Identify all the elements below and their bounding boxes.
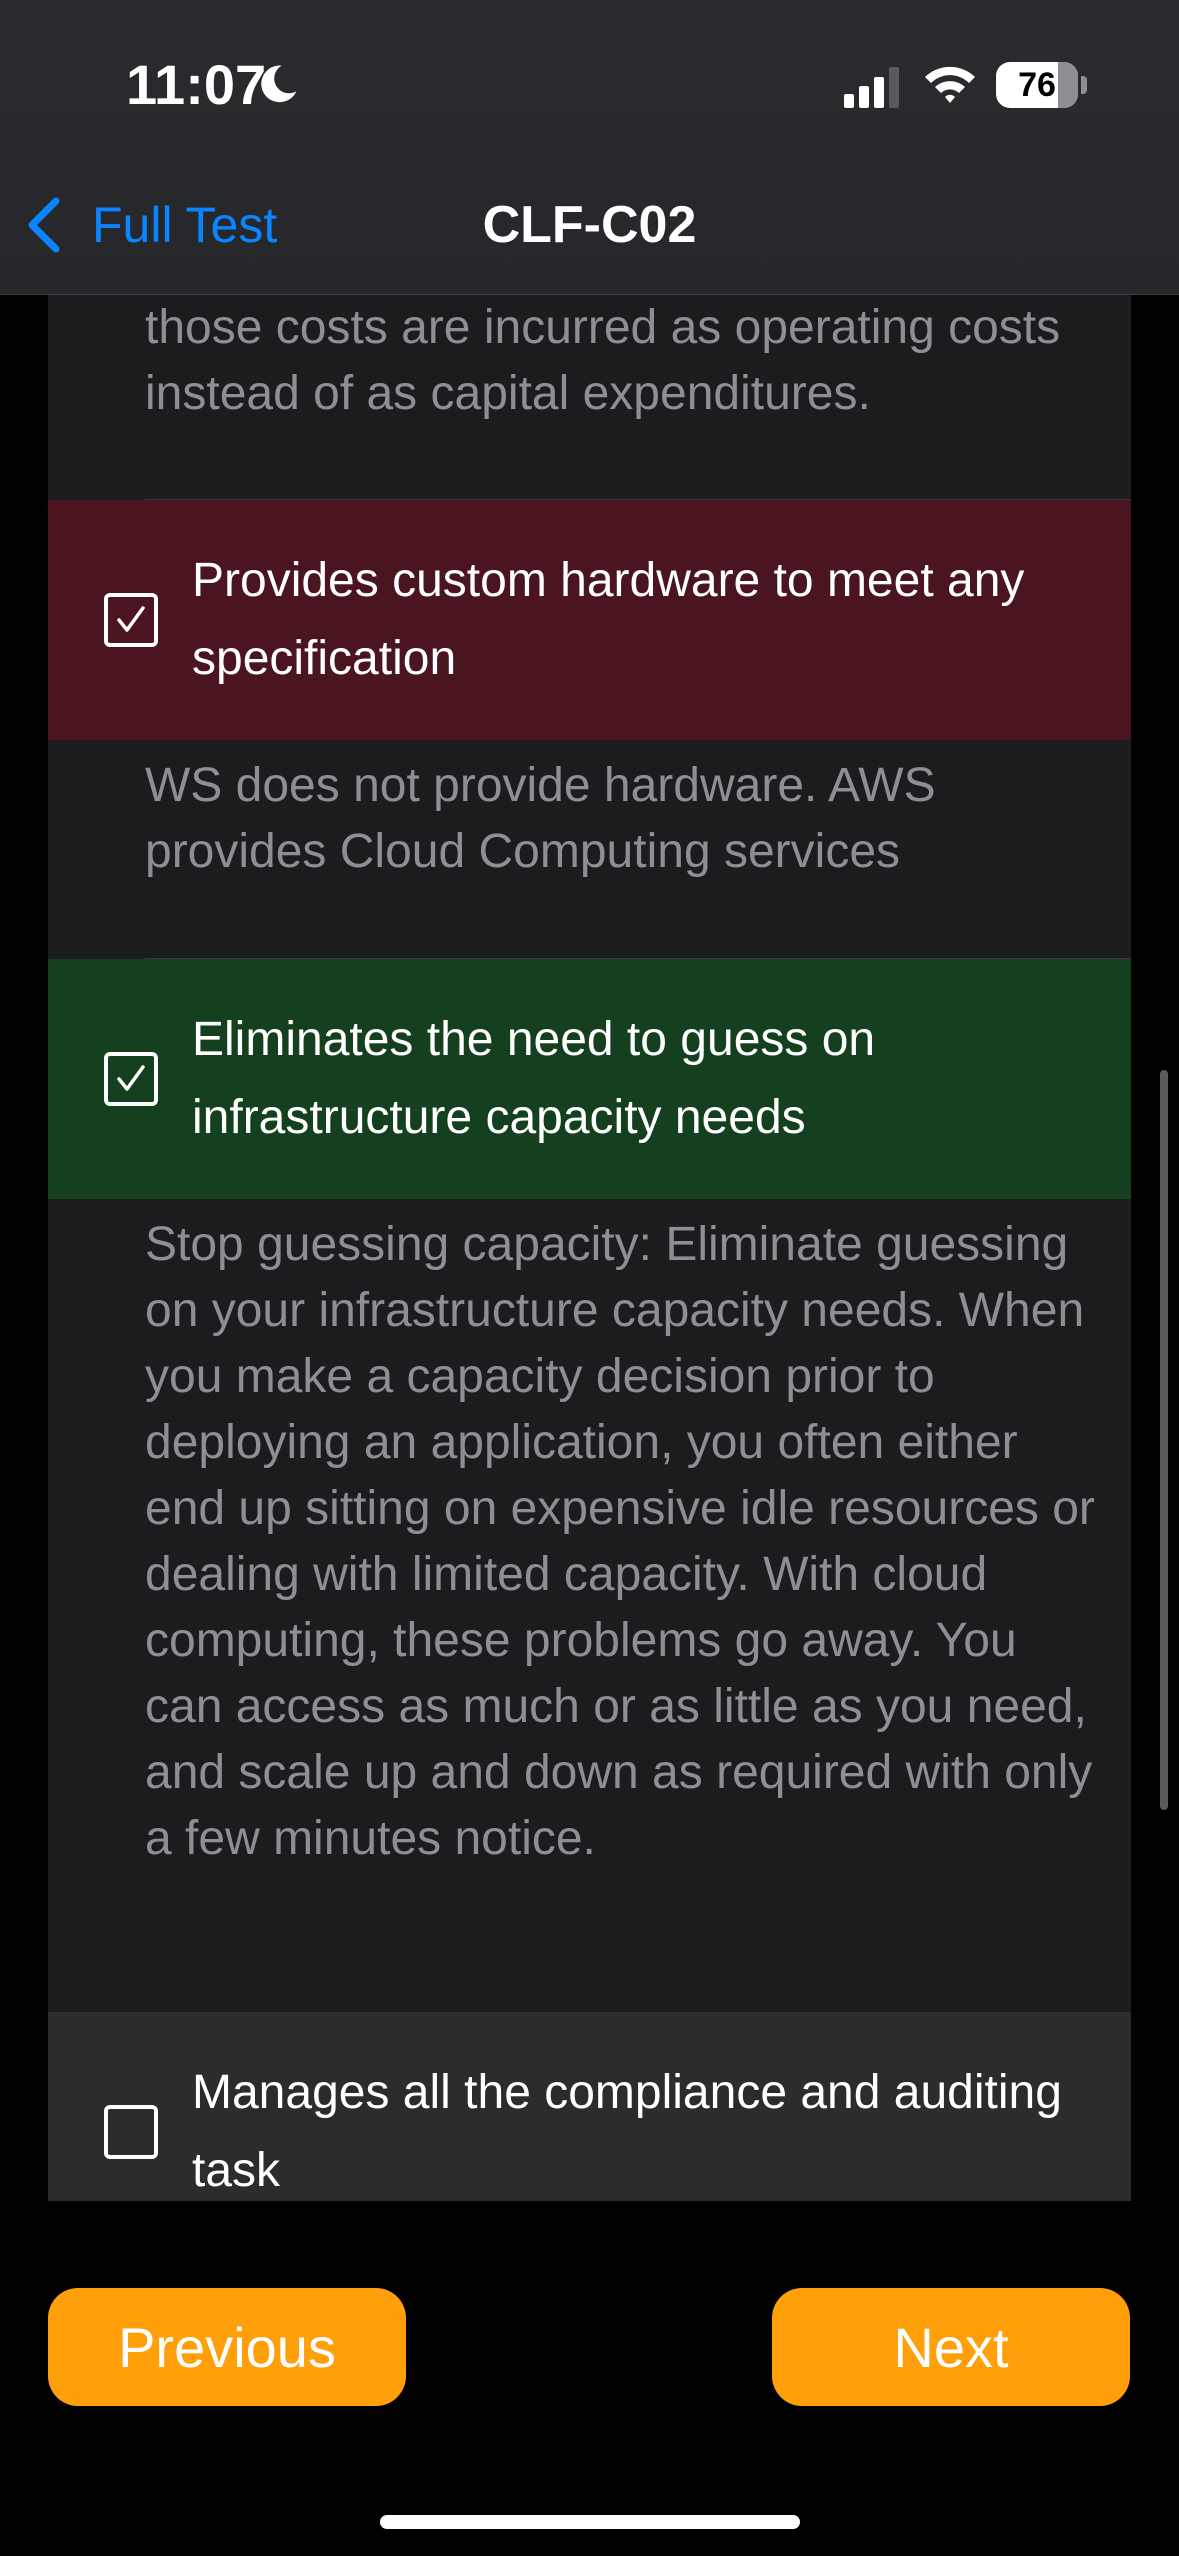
checkbox-unchecked[interactable] — [104, 2105, 158, 2159]
screen: 11:07 76 Full Test CLF-C02 those costs a… — [0, 0, 1179, 2556]
answer-option-text: Manages all the compliance and auditing … — [192, 2066, 1062, 2197]
wifi-icon — [925, 66, 975, 103]
battery-tip — [1081, 76, 1087, 94]
explanation-text: Stop guessing capacity: Eliminate guessi… — [145, 1218, 1095, 1865]
scrollbar[interactable] — [1160, 1070, 1168, 1810]
question-content[interactable]: those costs are incurred as operating co… — [48, 295, 1131, 2201]
back-button-label: Full Test — [92, 197, 278, 253]
checkbox-checked[interactable] — [104, 593, 158, 647]
explanation-text: WS does not provide hardware. AWS provid… — [145, 759, 936, 878]
back-button[interactable]: Full Test — [22, 190, 277, 260]
checkmark-icon — [117, 1065, 145, 1091]
status-time: 11:07 — [126, 53, 267, 116]
previous-button[interactable]: Previous — [48, 2288, 406, 2406]
answer-option[interactable]: Manages all the compliance and auditing … — [48, 2012, 1131, 2201]
answer-option-wrong[interactable]: Provides custom hardware to meet any spe… — [48, 500, 1131, 740]
answer-option-text: Provides custom hardware to meet any spe… — [192, 554, 1025, 685]
cellular-signal-icon — [844, 67, 899, 108]
answer-option-text: Eliminates the need to guess on infrastr… — [192, 1013, 876, 1144]
battery-level: 76 — [1018, 66, 1056, 104]
moon-icon — [261, 65, 297, 103]
explanation-text: those costs are incurred as operating co… — [145, 301, 1061, 420]
battery-indicator: 76 — [996, 62, 1078, 108]
checkbox-checked[interactable] — [104, 1052, 158, 1106]
home-indicator[interactable] — [380, 2515, 800, 2529]
chevron-left-icon — [28, 197, 60, 253]
answer-option-correct[interactable]: Eliminates the need to guess on infrastr… — [48, 959, 1131, 1199]
top-bar: 11:07 76 Full Test CLF-C02 — [0, 0, 1179, 295]
next-button[interactable]: Next — [772, 2288, 1130, 2406]
checkmark-icon — [117, 606, 145, 632]
